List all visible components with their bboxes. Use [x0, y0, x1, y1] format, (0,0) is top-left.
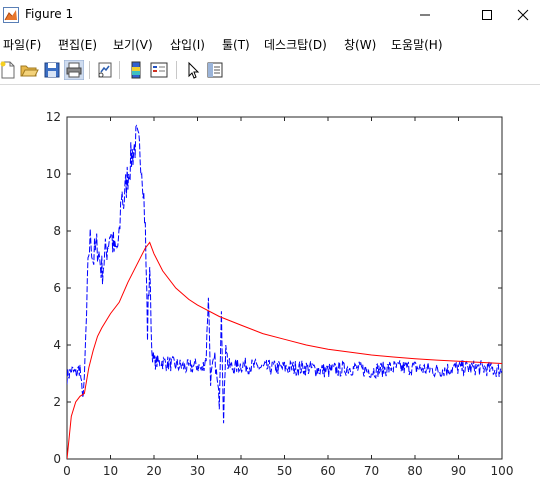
close-button[interactable]	[505, 0, 540, 30]
close-icon	[517, 9, 528, 21]
x-tick-label: 0	[63, 464, 71, 478]
x-tick-label: 90	[451, 464, 466, 478]
menu-view[interactable]: 보기(V)	[113, 36, 153, 53]
x-tick-label: 80	[407, 464, 422, 478]
toolbar-separator	[176, 61, 177, 79]
y-tick-label: 10	[46, 167, 61, 181]
y-tick-label: 6	[53, 281, 61, 295]
menu-file[interactable]: 파일(F)	[3, 36, 41, 53]
x-tick-label: 50	[277, 464, 292, 478]
figure-canvas: 0 10 20 30 40 50 60 70 80 90 100 0 2 4 6 8 10 12	[0, 85, 540, 499]
line-plot[interactable]: 0 10 20 30 40 50 60 70 80 90 100 0 2 4 6 8 10 12	[0, 85, 540, 499]
minimize-icon	[420, 14, 430, 16]
title-bar: Figure 1	[0, 0, 540, 30]
window-title: Figure 1	[25, 7, 74, 21]
maximize-icon	[482, 10, 492, 20]
matlab-figure-icon	[3, 7, 19, 23]
link-plot-icon[interactable]	[95, 60, 115, 80]
x-tick-label: 20	[146, 464, 161, 478]
toolbar	[0, 56, 540, 85]
maximize-button[interactable]	[464, 0, 510, 30]
property-inspector-icon[interactable]	[205, 60, 225, 80]
y-tick-label: 8	[53, 224, 61, 238]
y-tick-label: 4	[53, 338, 61, 352]
menu-edit[interactable]: 편집(E)	[58, 36, 97, 53]
menu-help[interactable]: 도움말(H)	[391, 36, 443, 53]
menu-bar: 파일(F) 편집(E) 보기(V) 삽입(I) 툴(T) 데스크탑(D) 창(W…	[0, 32, 540, 54]
menu-tools[interactable]: 툴(T)	[222, 36, 250, 53]
menu-insert[interactable]: 삽입(I)	[170, 36, 205, 53]
x-tick-label: 60	[320, 464, 335, 478]
minimize-button[interactable]	[402, 0, 448, 30]
print-icon[interactable]	[64, 60, 84, 80]
toolbar-separator	[89, 61, 90, 79]
edit-plot-icon[interactable]	[183, 60, 203, 80]
insert-legend-icon[interactable]	[149, 60, 169, 80]
y-tick-label: 0	[53, 452, 61, 466]
new-figure-icon[interactable]	[0, 60, 18, 80]
x-tick-label: 100	[491, 464, 514, 478]
menu-window[interactable]: 창(W)	[344, 36, 376, 53]
y-tick-label: 12	[46, 110, 61, 124]
x-tick-label: 30	[190, 464, 205, 478]
axes-box	[66, 116, 503, 460]
insert-colorbar-icon[interactable]	[126, 60, 146, 80]
x-tick-label: 40	[233, 464, 248, 478]
y-tick-label: 2	[53, 395, 61, 409]
x-tick-label: 70	[364, 464, 379, 478]
save-icon[interactable]	[42, 60, 62, 80]
open-file-icon[interactable]	[19, 60, 39, 80]
x-tick-label: 10	[103, 464, 118, 478]
toolbar-separator	[119, 61, 120, 79]
menu-desktop[interactable]: 데스크탑(D)	[264, 36, 327, 53]
